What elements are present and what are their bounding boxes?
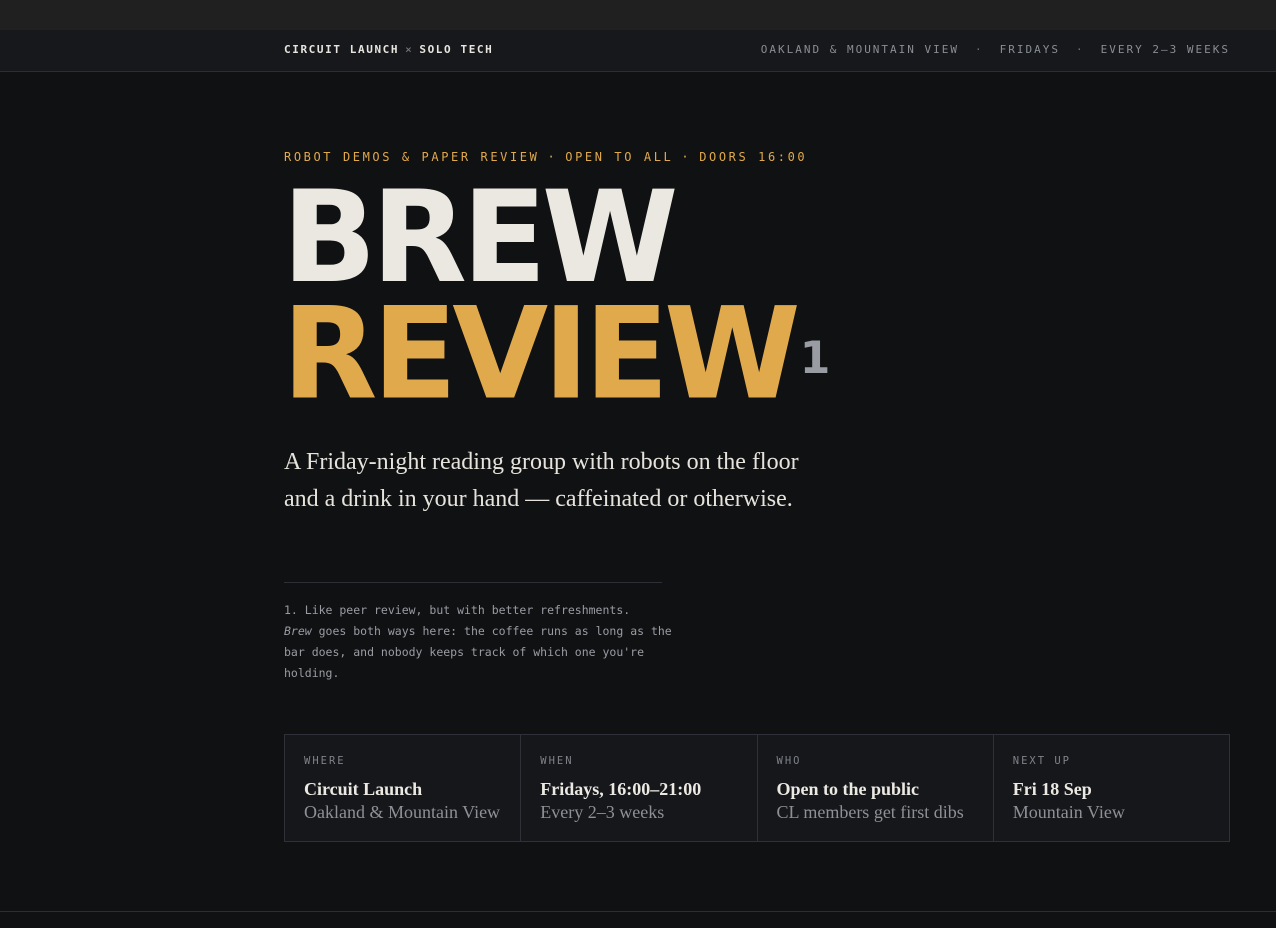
footnote-rest: goes both ways here: the coffee runs as … [284,624,672,680]
detail-main: Circuit Launch [304,779,423,799]
eyebrow-audience: OPEN TO ALL [565,150,674,164]
footnote-divider [284,582,662,583]
detail-sub: Mountain View [1012,802,1125,822]
section-divider [0,911,1276,912]
detail-main: Open to the public [776,779,920,799]
brand-solo-tech: SOLO TECH [419,43,494,56]
footnote: 1. Like peer review, but with better ref… [284,600,679,684]
footnote-marker[interactable]: 1 [800,332,831,384]
header-meta: OAKLAND & MOUNTAIN VIEW · FRIDAYS · EVERY 2–… [761,43,1230,56]
browser-top-strip [0,0,1276,30]
detail-card-where: WHERE Circuit Launch Oakland & Mountain … [285,735,522,841]
detail-main: Fri 18 Sep [1012,779,1092,799]
detail-sub: CL members get first dibs [776,802,964,822]
eyebrow-topic: ROBOT DEMOS & PAPER REVIEW [284,150,540,164]
detail-main: Fridays, 16:00–21:00 [540,779,702,799]
title-line-review: REVIEW1 [282,291,831,417]
detail-label: WHO [776,755,802,767]
eyebrow-separator: · [547,150,558,164]
brand-circuit-launch: CIRCUIT LAUNCH [284,43,400,56]
detail-sub: Every 2–3 weeks [540,802,665,822]
brand-separator: × [405,43,414,56]
meta-separator: · [975,43,984,56]
detail-label: WHEN [540,755,574,767]
detail-label: NEXT UP [1012,755,1072,767]
footnote-prefix: 1. Like peer review, but with better ref… [284,603,631,617]
detail-label: WHERE [304,755,346,767]
eyebrow-separator: · [681,150,692,164]
detail-card-next-up: NEXT UP Fri 18 Sep Mountain View [994,735,1229,841]
meta-separator: · [1076,43,1085,56]
meta-day: FRIDAYS [999,43,1061,56]
site-header: CIRCUIT LAUNCH × SOLO TECH OAKLAND & MOUNT… [0,30,1276,72]
eyebrow-doors: DOORS 16:00 [699,150,808,164]
detail-sub: Oakland & Mountain View [304,802,501,822]
detail-card-when: WHEN Fridays, 16:00–21:00 Every 2–3 week… [521,735,758,841]
title-line-brew: BREW [282,164,678,312]
title-review-text: REVIEW [282,280,801,428]
detail-card-who: WHO Open to the public CL members get fi… [758,735,994,841]
hero-eyebrow: ROBOT DEMOS & PAPER REVIEW · OPEN TO ALL · D… [284,150,807,164]
meta-location: OAKLAND & MOUNTAIN VIEW [760,43,960,56]
footnote-emphasis: Brew [284,624,312,638]
brand[interactable]: CIRCUIT LAUNCH × SOLO TECH [284,43,493,56]
event-details: WHERE Circuit Launch Oakland & Mountain … [284,734,1230,842]
hero-title: BREW REVIEW1 [282,164,831,418]
hero-lede: A Friday-night reading group with robots… [284,449,799,512]
meta-frequency: EVERY 2–3 WEEKS [1100,43,1230,56]
